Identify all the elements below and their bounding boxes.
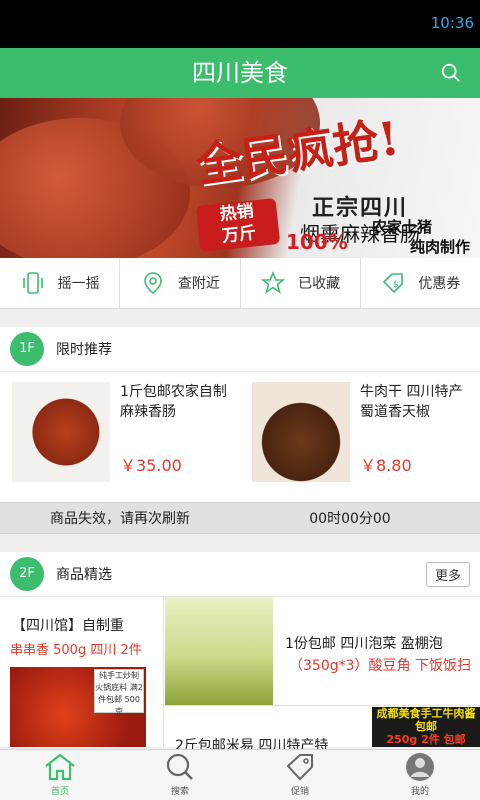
- more-button[interactable]: 更多: [425, 562, 470, 587]
- tag-icon: [286, 754, 313, 781]
- page-title: 四川美食: [192, 59, 288, 87]
- tab-label: 首页: [50, 787, 69, 797]
- featured-grid: 【四川馆】自制重 串串香 500g 四川 2件 纯手工炒制 火锅底料 满2件包邮…: [0, 597, 480, 754]
- expire-bar: 商品失效，请再次刷新 00时00分00: [0, 502, 480, 534]
- tab-label: 促销: [290, 787, 309, 797]
- app-header: 四川美食: [0, 48, 480, 98]
- tab-search[interactable]: 搜索: [120, 750, 240, 800]
- tab-profile[interactable]: 我的: [360, 750, 480, 800]
- section-title: 限时推荐: [56, 342, 112, 358]
- quicknav-label: 优惠券: [418, 276, 461, 292]
- featured-title: 1份包邮 四川泡菜 盈棚泡: [285, 636, 443, 652]
- floor-badge: 2F: [10, 557, 44, 591]
- section-header: 2F 商品精选 更多: [0, 552, 480, 597]
- status-bar: 10:36: [0, 0, 480, 48]
- featured-image: 纯手工炒制 火锅底料 满2件包邮 500克: [10, 667, 146, 747]
- quicknav-shake[interactable]: 摇一摇: [0, 258, 121, 308]
- home-icon: [45, 753, 75, 781]
- tab-home[interactable]: 首页: [0, 750, 120, 800]
- quick-nav: 摇一摇 查附近 已收藏 $ 优惠券: [0, 258, 480, 309]
- product-price: ￥35.00: [120, 456, 182, 475]
- location-pin-icon: [144, 272, 162, 295]
- hot-sale-badge: 热销 万斤: [195, 197, 281, 253]
- bottom-tab-bar: 首页 搜索 促销 我的: [0, 749, 480, 800]
- featured-item[interactable]: 2斤包邮米易 四川特产特 成都美食手工牛肉酱包邮 250g 2件 包邮: [165, 707, 480, 754]
- product-row: 1斤包邮农家自制麻辣香肠 ￥35.00 牛肉干 四川特产蜀道香天椒 ￥8.80: [0, 372, 480, 502]
- section-featured: 2F 商品精选 更多 【四川馆】自制重 串串香 500g 四川 2件 纯手工炒制…: [0, 552, 480, 754]
- search-icon[interactable]: [440, 62, 462, 84]
- product-image: [12, 382, 110, 482]
- product-name: 牛肉干 四川特产蜀道香天椒: [360, 384, 463, 420]
- tab-label: 搜索: [170, 787, 189, 797]
- featured-banner-text: 成都美食手工牛肉酱包邮: [376, 707, 476, 733]
- hot-sale-text: 热销 万斤: [218, 201, 257, 247]
- expire-message: 商品失效，请再次刷新: [50, 511, 190, 527]
- search-icon: [166, 753, 193, 780]
- floor-badge: 1F: [10, 332, 44, 366]
- quicknav-coupons[interactable]: $ 优惠券: [361, 258, 480, 308]
- star-icon: [260, 270, 286, 294]
- quicknav-label: 查附近: [177, 276, 220, 292]
- featured-subtitle: （350g*3）酸豆角 下饭饭扫: [289, 658, 471, 674]
- quicknav-label: 摇一摇: [57, 276, 100, 292]
- banner-farm-text: 农家土猪: [372, 218, 433, 236]
- featured-item[interactable]: 【四川馆】自制重 串串香 500g 四川 2件 纯手工炒制 火锅底料 满2件包邮…: [0, 597, 164, 747]
- product-name: 1斤包邮农家自制麻辣香肠: [120, 384, 227, 420]
- quicknav-nearby[interactable]: 查附近: [120, 258, 241, 308]
- section-limited-offer: 1F 限时推荐 1斤包邮农家自制麻辣香肠 ￥35.00 牛肉干 四川特产蜀道香天…: [0, 327, 480, 534]
- featured-title: 【四川馆】自制重: [12, 618, 124, 634]
- status-time: 10:36: [430, 14, 474, 32]
- featured-badge: 纯手工炒制 火锅底料 满2件包邮 500克: [94, 669, 144, 716]
- banner-percent: 100%: [286, 230, 348, 254]
- coupon-icon: $: [383, 273, 404, 294]
- phone-shake-icon: [22, 272, 43, 294]
- product-card[interactable]: 牛肉干 四川特产蜀道香天椒 ￥8.80: [240, 372, 480, 502]
- banner-pure-text: 纯肉制作: [410, 238, 471, 256]
- section-header: 1F 限时推荐: [0, 327, 480, 372]
- tab-promotions[interactable]: 促销: [240, 750, 360, 800]
- product-price: ￥8.80: [360, 456, 412, 475]
- product-image: [252, 382, 350, 482]
- quicknav-label: 已收藏: [298, 276, 341, 292]
- featured-item[interactable]: 1份包邮 四川泡菜 盈棚泡 （350g*3）酸豆角 下饭饭扫: [165, 597, 480, 706]
- tab-label: 我的: [410, 787, 429, 797]
- featured-image: [165, 597, 273, 705]
- svg-text:$: $: [393, 280, 399, 290]
- countdown-timer: 00时00分00: [309, 511, 391, 527]
- user-icon: [406, 753, 434, 781]
- featured-image: 成都美食手工牛肉酱包邮 250g 2件 包邮: [372, 707, 480, 747]
- featured-subtitle: 串串香 500g 四川 2件: [10, 643, 142, 658]
- promo-banner[interactable]: 全民疯抢! 正宗四川 烟熏麻辣香肠 热销 万斤 100% 农家土猪 纯肉制作: [0, 98, 480, 258]
- section-title: 商品精选: [56, 567, 112, 583]
- featured-banner-text: 250g 2件 包邮: [386, 733, 466, 746]
- quicknav-favorites[interactable]: 已收藏: [241, 258, 361, 308]
- product-card[interactable]: 1斤包邮农家自制麻辣香肠 ￥35.00: [0, 372, 240, 502]
